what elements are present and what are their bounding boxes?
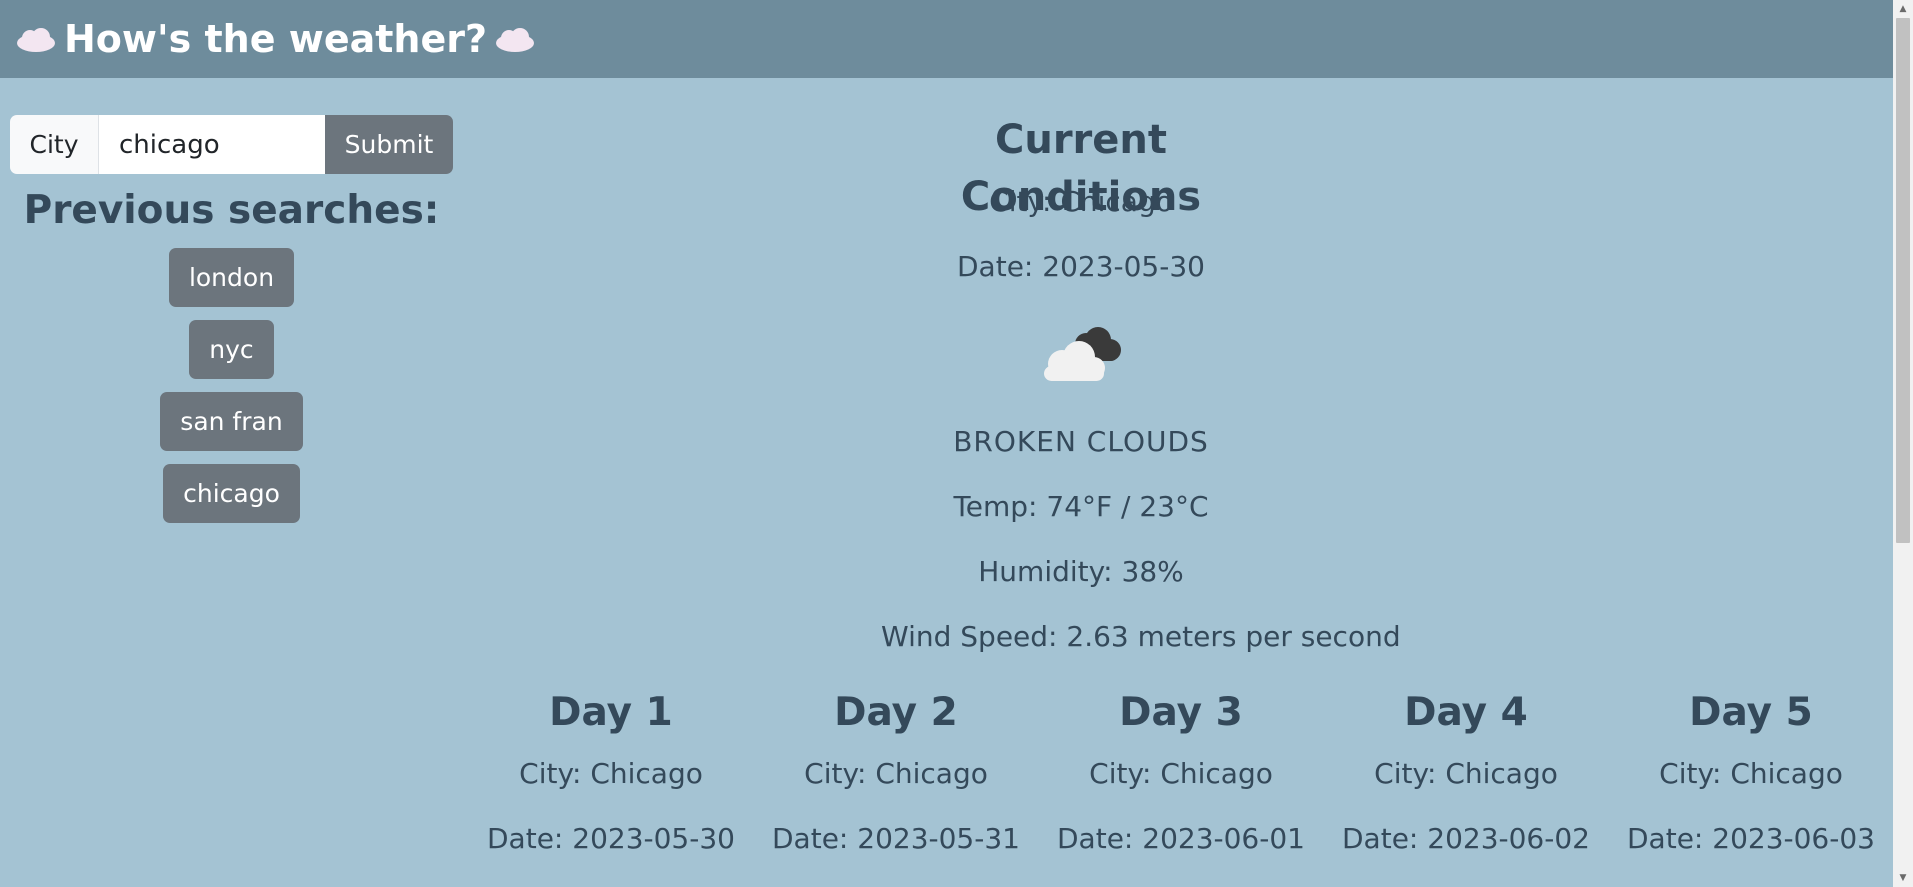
cloud-icon — [17, 28, 55, 52]
forecast-date: Date: 2023-06-02 — [1342, 822, 1590, 855]
forecast-city: City: Chicago — [1659, 757, 1843, 790]
previous-searches-list: london nyc san fran chicago — [0, 248, 463, 536]
forecast-day-title: Day 4 — [1404, 690, 1528, 735]
history-button-nyc[interactable]: nyc — [189, 320, 274, 379]
history-button-chicago[interactable]: chicago — [163, 464, 300, 523]
forecast-day-title: Day 2 — [834, 690, 958, 735]
forecast-date: Date: 2023-05-30 — [487, 822, 735, 855]
current-wind-speed: Wind Speed: 2.63 meters per second — [881, 620, 1401, 653]
forecast-city: City: Chicago — [1374, 757, 1558, 790]
forecast-day-title: Day 1 — [549, 690, 673, 735]
broken-clouds-icon — [1044, 327, 1121, 381]
forecast-day-1: Day 1 City: Chicago Date: 2023-05-30 — [476, 685, 746, 871]
city-search-form: City Submit — [10, 115, 453, 174]
submit-button[interactable]: Submit — [325, 115, 453, 174]
current-date: Date: 2023-05-30 — [957, 250, 1205, 283]
forecast-day-3: Day 3 City: Chicago Date: 2023-06-01 — [1046, 685, 1316, 871]
forecast-city: City: Chicago — [1089, 757, 1273, 790]
vertical-scrollbar[interactable]: ▲ ▼ — [1893, 0, 1913, 887]
forecast-date: Date: 2023-05-31 — [772, 822, 1020, 855]
current-humidity: Humidity: 38% — [978, 555, 1184, 588]
current-conditions-heading: Current Conditions — [960, 117, 1202, 220]
forecast-date: Date: 2023-06-03 — [1627, 822, 1875, 855]
forecast-day-5: Day 5 City: Chicago Date: 2023-06-03 — [1616, 685, 1886, 871]
forecast-city: City: Chicago — [804, 757, 988, 790]
forecast-day-2: Day 2 City: Chicago Date: 2023-05-31 — [761, 685, 1031, 871]
forecast-date: Date: 2023-06-01 — [1057, 822, 1305, 855]
city-label: City — [10, 115, 99, 174]
scrollbar-thumb[interactable] — [1896, 18, 1910, 543]
forecast-day-4: Day 4 City: Chicago Date: 2023-06-02 — [1331, 685, 1601, 871]
scroll-down-arrow-icon[interactable]: ▼ — [1893, 869, 1913, 887]
current-city: City: Chicago — [989, 185, 1173, 218]
previous-searches-heading: Previous searches: — [23, 188, 440, 233]
scroll-up-arrow-icon[interactable]: ▲ — [1893, 0, 1913, 18]
forecast-city: City: Chicago — [519, 757, 703, 790]
weather-description: BROKEN CLOUDS — [953, 425, 1209, 458]
forecast-day-title: Day 3 — [1119, 690, 1243, 735]
header-bar: How's the weather? — [0, 0, 1893, 78]
current-temp: Temp: 74°F / 23°C — [953, 490, 1209, 523]
app-title-text: How's the weather? — [64, 17, 488, 61]
history-button-san-fran[interactable]: san fran — [160, 392, 303, 451]
current-conditions: Current Conditions City: Chicago Date: 2… — [881, 112, 1401, 669]
forecast-day-title: Day 5 — [1689, 690, 1813, 735]
app-title: How's the weather? — [14, 17, 537, 61]
cloud-icon — [496, 28, 535, 52]
city-input[interactable] — [99, 115, 325, 174]
history-button-london[interactable]: london — [168, 248, 295, 307]
